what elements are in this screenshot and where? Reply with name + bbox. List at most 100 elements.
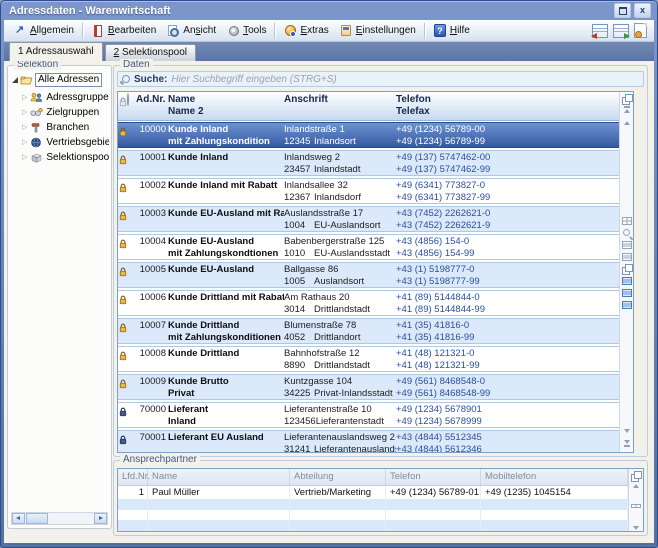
adnr-cell: 10004	[136, 235, 166, 248]
scroll-up-icon[interactable]	[622, 118, 632, 128]
expand-arrow-icon[interactable]: ▷	[22, 138, 27, 148]
document-new-icon[interactable]	[634, 23, 647, 38]
grid-header: Ad.Nr. NameName 2 Anschrift TelefonTelef…	[118, 92, 619, 121]
collapse-arrow-icon[interactable]	[12, 77, 18, 83]
lock-icon	[119, 239, 127, 249]
sidebar-h-scrollbar[interactable]	[11, 512, 108, 525]
copy-icon[interactable]	[631, 471, 641, 477]
scrollbar-thumb[interactable]	[26, 513, 48, 524]
col-header-lfdnr[interactable]: Lfd.Nr.	[118, 469, 148, 485]
telefon-cell: +49 (137) 5747462-00+49 (137) 5747462-99	[396, 151, 619, 175]
adnr-cell: 10000	[136, 123, 166, 136]
grid-icon[interactable]	[631, 503, 641, 509]
name-cell: Kunde Drittland	[166, 347, 284, 360]
title-bar[interactable]: Adressdaten - Warenwirtschaft x	[5, 2, 653, 19]
menu-hilfe[interactable]: Hilfe	[428, 22, 475, 40]
col-header-name[interactable]: NameName 2	[166, 92, 284, 120]
status-cell	[127, 347, 136, 348]
menu-ansicht[interactable]: Ansicht	[161, 22, 221, 40]
col-header-contact-name[interactable]: Name	[148, 469, 290, 485]
window-title: Adressdaten - Warenwirtschaft	[5, 5, 614, 17]
lock-icon	[119, 155, 127, 165]
list-icon[interactable]	[622, 288, 632, 298]
col-header-adnr[interactable]: Ad.Nr.	[136, 92, 166, 120]
tree-item-selektionspools[interactable]: ▷ Selektionspools	[10, 150, 109, 165]
expand-arrow-icon[interactable]: ▷	[22, 108, 27, 118]
tree-root-alle-adressen[interactable]: Alle Adressen	[10, 72, 109, 90]
table-import-icon[interactable]	[613, 24, 629, 38]
menu-extras[interactable]: Extras	[278, 22, 333, 40]
search-icon[interactable]	[122, 75, 130, 83]
copy-icon[interactable]	[622, 264, 632, 274]
scroll-right-icon[interactable]	[94, 513, 107, 524]
adnr-cell: 10007	[136, 319, 166, 332]
scroll-left-icon[interactable]	[12, 513, 25, 524]
scroll-down-icon[interactable]	[631, 523, 641, 529]
address-row[interactable]: 70000 LieferantInland Lieferantenstraße …	[118, 402, 619, 428]
restore-button[interactable]	[614, 3, 631, 18]
scroll-down-icon[interactable]	[622, 426, 632, 436]
close-icon: x	[640, 6, 645, 15]
address-row[interactable]: 70001 Lieferant EU Ausland Lieferantenau…	[118, 430, 619, 452]
status-cell	[127, 375, 136, 376]
address-row[interactable]: 10008 Kunde Drittland Bahnhofstraße 1288…	[118, 346, 619, 372]
address-row[interactable]: 10002 Kunde Inland mit Rabatt Inlandsall…	[118, 178, 619, 204]
scroll-top-icon[interactable]	[622, 106, 632, 116]
anschrift-cell: Ballgasse 861005Auslandsort	[284, 263, 396, 287]
globe-icon	[30, 137, 43, 148]
help-icon	[433, 24, 447, 37]
tab-strip: 1 Adressauswahl2 Selektionspool	[4, 42, 654, 61]
tree-children: ▷ Adressgruppen ▷ Zielgruppen ▷ Branchen…	[10, 90, 109, 165]
close-button[interactable]: x	[634, 3, 651, 18]
status-column-header[interactable]	[127, 92, 136, 120]
tree-item-vertriebsgebiete[interactable]: ▷ Vertriebsgebiete	[10, 135, 109, 150]
expand-arrow-icon[interactable]: ▷	[22, 93, 27, 103]
scrollbar-track[interactable]	[48, 513, 94, 524]
address-row[interactable]: 10001 Kunde Inland Inlandsweg 223457Inla…	[118, 150, 619, 176]
menu-allgemein[interactable]: Allgemein	[8, 22, 79, 40]
tree-item-branchen[interactable]: ▷ Branchen	[10, 120, 109, 135]
menu-bearbeiten[interactable]: Bearbeiten	[86, 22, 161, 40]
tree-item-adressgruppen[interactable]: ▷ Adressgruppen	[10, 90, 109, 105]
col-header-abteilung[interactable]: Abteilung	[290, 469, 386, 485]
menu-tools[interactable]: Tools	[221, 22, 271, 40]
empty-contact-row	[118, 499, 628, 510]
search-input[interactable]	[171, 73, 639, 85]
address-row[interactable]: 10003 Kunde EU-Ausland mit Rabatt Auslan…	[118, 206, 619, 232]
list-icon[interactable]	[622, 276, 632, 286]
address-row[interactable]: 10007 Kunde Drittlandmit Zahlungskonditi…	[118, 318, 619, 344]
zoom-icon[interactable]	[622, 228, 632, 238]
tab-1-adressauswahl[interactable]: 1 Adressauswahl	[9, 42, 103, 61]
col-header-telefon[interactable]: TelefonTelefax	[396, 92, 619, 120]
menu-bar-items: Allgemein Bearbeiten Ansicht Tools Extra…	[8, 20, 475, 41]
list-icon[interactable]	[622, 300, 632, 310]
groups-icon	[30, 92, 43, 103]
menu-einstellungen[interactable]: Einstellungen	[334, 22, 421, 40]
lock-column-header[interactable]	[118, 92, 127, 120]
expand-arrow-icon[interactable]: ▷	[22, 123, 27, 133]
name-cell: Kunde Drittland mit Rabatt	[166, 291, 284, 304]
col-header-mobiltelefon[interactable]: Mobiltelefon	[481, 469, 628, 485]
col-header-contact-telefon[interactable]: Telefon	[386, 469, 481, 485]
list-icon[interactable]	[622, 240, 632, 250]
copy-icon[interactable]	[622, 94, 632, 104]
grid-icon[interactable]	[622, 216, 632, 226]
edit-icon	[91, 24, 105, 37]
menu-separator	[274, 23, 275, 39]
anschrift-cell: Blumenstraße 784052Drittlandort	[284, 319, 396, 343]
table-export-icon[interactable]	[592, 24, 608, 38]
list-icon[interactable]	[622, 252, 632, 262]
address-row[interactable]: 10006 Kunde Drittland mit Rabatt Am Rath…	[118, 290, 619, 316]
scroll-bottom-icon[interactable]	[622, 438, 632, 448]
col-header-anschrift[interactable]: Anschrift	[284, 92, 396, 120]
anschrift-cell: Lieferantenstraße 10123456Lieferantensta…	[284, 403, 396, 427]
scroll-up-icon[interactable]	[631, 481, 641, 487]
contact-row[interactable]: 1 Paul Müller Vertrieb/Marketing +49 (12…	[118, 486, 628, 499]
address-row[interactable]: 10000 Kunde Inlandmit Zahlungskondition …	[118, 122, 619, 148]
tree-item-zielgruppen[interactable]: ▷ Zielgruppen	[10, 105, 109, 120]
address-row[interactable]: 10005 Kunde EU-Ausland Ballgasse 861005A…	[118, 262, 619, 288]
anschrift-cell: Inlandstraße 112345Inlandsort	[284, 123, 396, 147]
expand-arrow-icon[interactable]: ▷	[22, 153, 27, 163]
address-row[interactable]: 10004 Kunde EU-Auslandmit Zahlungskondti…	[118, 234, 619, 260]
address-row[interactable]: 10009 Kunde BruttoPrivat Kuntzgasse 1043…	[118, 374, 619, 400]
